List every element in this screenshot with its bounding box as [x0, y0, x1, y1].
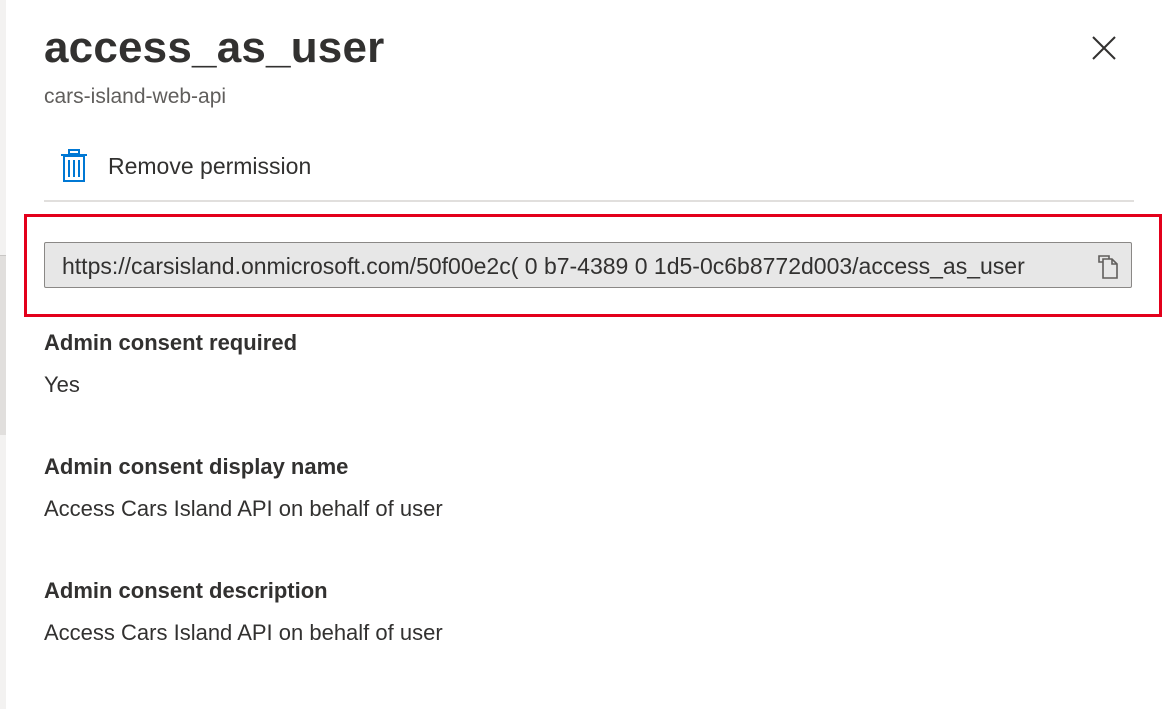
copy-icon: [1098, 255, 1118, 279]
panel-subtitle: cars-island-web-api: [44, 85, 227, 108]
admin-consent-description-label: Admin consent description: [44, 578, 328, 603]
remove-permission-label: Remove permission: [108, 153, 312, 179]
admin-consent-required-label: Admin consent required: [44, 330, 298, 355]
admin-consent-display-name-value: Access Cars Island API on behalf of user: [44, 496, 443, 521]
admin-consent-required-value: Yes: [44, 372, 80, 397]
scope-uri-text[interactable]: https://carsisland.onmicrosoft.com/50f00…: [62, 251, 1082, 281]
admin-consent-description-value: Access Cars Island API on behalf of user: [44, 620, 443, 645]
scope-uri-field[interactable]: https://carsisland.onmicrosoft.com/50f00…: [44, 242, 1132, 288]
trash-icon: [58, 148, 90, 184]
admin-consent-display-name-label: Admin consent display name: [44, 454, 349, 479]
remove-permission-button[interactable]: Remove permission: [58, 143, 311, 189]
copy-to-clipboard-button[interactable]: [1093, 252, 1123, 282]
toolbar-divider: [44, 200, 1134, 202]
close-icon: [1092, 36, 1116, 60]
close-button[interactable]: [1084, 28, 1124, 68]
panel-title: access_as_user: [44, 23, 385, 72]
permission-details-panel: access_as_user cars-island-web-api Remov…: [6, 0, 1174, 709]
